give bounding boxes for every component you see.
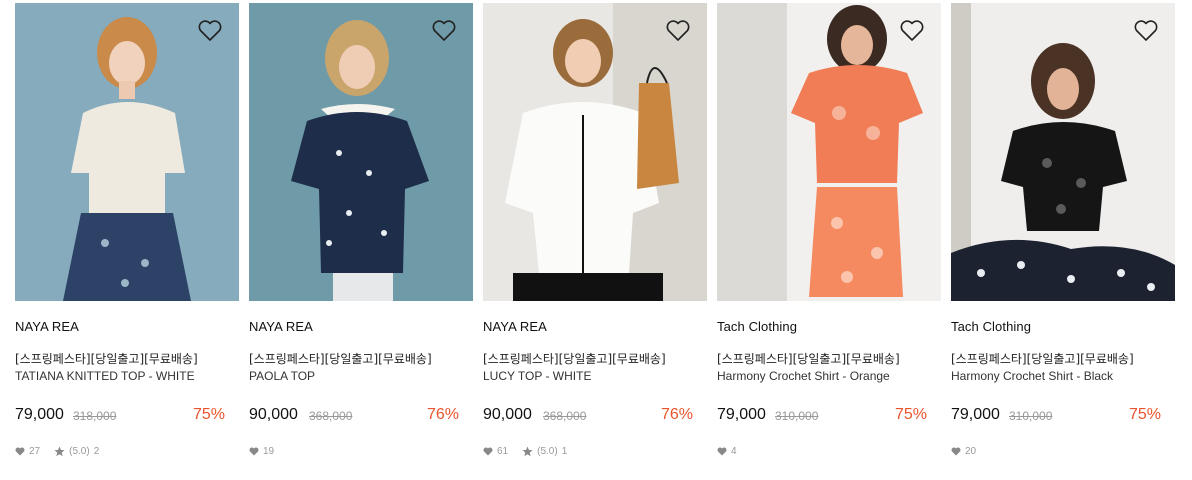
rating-value: (5.0)	[69, 446, 90, 457]
product-promo[interactable]: [스프링페스타][당일출고][무료배송]	[483, 350, 666, 367]
product-meta: 4	[717, 446, 737, 457]
product-discount: 76%	[426, 406, 459, 423]
product-image[interactable]	[15, 3, 239, 301]
product-card[interactable]: NAYA REA [스프링페스타][당일출고][무료배송] PAOLA TOP …	[249, 3, 473, 473]
heart-icon	[249, 447, 259, 456]
heart-icon	[951, 447, 961, 456]
product-brand[interactable]: NAYA REA	[249, 319, 313, 334]
product-promo[interactable]: [스프링페스타][당일출고][무료배송]	[717, 350, 900, 367]
product-meta: 19	[249, 446, 274, 457]
product-card[interactable]: NAYA REA [스프링페스타][당일출고][무료배송] LUCY TOP -…	[483, 3, 707, 473]
product-card[interactable]: Tach Clothing [스프링페스타][당일출고][무료배송] Harmo…	[717, 3, 941, 473]
product-image[interactable]	[483, 3, 707, 301]
product-name[interactable]: PAOLA TOP	[249, 369, 315, 383]
product-price: 90,000	[483, 406, 532, 423]
star-icon	[522, 446, 533, 457]
product-discount: 75%	[1128, 406, 1161, 423]
likes-count: 27	[29, 446, 41, 457]
product-brand[interactable]: NAYA REA	[483, 319, 547, 334]
product-discount: 75%	[192, 406, 225, 423]
likes-count: 61	[497, 446, 509, 457]
product-original-price: 310,000	[1009, 409, 1053, 423]
product-card[interactable]: NAYA REA [스프링페스타][당일출고][무료배송] TATIANA KN…	[15, 3, 239, 473]
product-original-price: 368,000	[543, 409, 587, 423]
likes-count: 4	[731, 446, 737, 457]
star-icon	[54, 446, 65, 457]
heart-icon	[717, 447, 727, 456]
product-brand[interactable]: Tach Clothing	[717, 319, 797, 334]
product-name[interactable]: Harmony Crochet Shirt - Black	[951, 369, 1113, 383]
product-name[interactable]: Harmony Crochet Shirt - Orange	[717, 369, 890, 383]
product-promo[interactable]: [스프링페스타][당일출고][무료배송]	[951, 350, 1134, 367]
product-price: 90,000	[249, 406, 298, 423]
product-price: 79,000	[717, 406, 766, 423]
product-original-price: 310,000	[775, 409, 819, 423]
heart-icon	[483, 447, 493, 456]
heart-icon	[15, 447, 25, 456]
product-image[interactable]	[249, 3, 473, 301]
product-original-price: 318,000	[73, 409, 117, 423]
product-price: 79,000	[951, 406, 1000, 423]
product-price: 79,000	[15, 406, 64, 423]
product-meta: 61 (5.0) 1	[483, 446, 567, 457]
product-meta: 20	[951, 446, 976, 457]
product-brand[interactable]: NAYA REA	[15, 319, 79, 334]
rating-value: (5.0)	[537, 446, 558, 457]
product-original-price: 368,000	[309, 409, 353, 423]
wishlist-heart-icon[interactable]	[899, 19, 925, 43]
product-name[interactable]: LUCY TOP - WHITE	[483, 369, 591, 383]
product-meta: 27 (5.0) 2	[15, 446, 99, 457]
product-brand[interactable]: Tach Clothing	[951, 319, 1031, 334]
product-card[interactable]: Tach Clothing [스프링페스타][당일출고][무료배송] Harmo…	[951, 3, 1175, 473]
wishlist-heart-icon[interactable]	[197, 19, 223, 43]
product-promo[interactable]: [스프링페스타][당일출고][무료배송]	[15, 350, 198, 367]
product-promo[interactable]: [스프링페스타][당일출고][무료배송]	[249, 350, 432, 367]
likes-count: 20	[965, 446, 977, 457]
review-count: 2	[93, 446, 100, 457]
wishlist-heart-icon[interactable]	[431, 19, 457, 43]
product-image[interactable]	[951, 3, 1175, 301]
review-count: 1	[561, 446, 568, 457]
product-discount: 76%	[660, 406, 693, 423]
wishlist-heart-icon[interactable]	[1133, 19, 1159, 43]
product-image[interactable]	[717, 3, 941, 301]
product-name[interactable]: TATIANA KNITTED TOP - WHITE	[15, 369, 195, 383]
product-grid: NAYA REA [스프링페스타][당일출고][무료배송] TATIANA KN…	[15, 3, 1175, 473]
product-discount: 75%	[894, 406, 927, 423]
likes-count: 19	[263, 446, 275, 457]
wishlist-heart-icon[interactable]	[665, 19, 691, 43]
